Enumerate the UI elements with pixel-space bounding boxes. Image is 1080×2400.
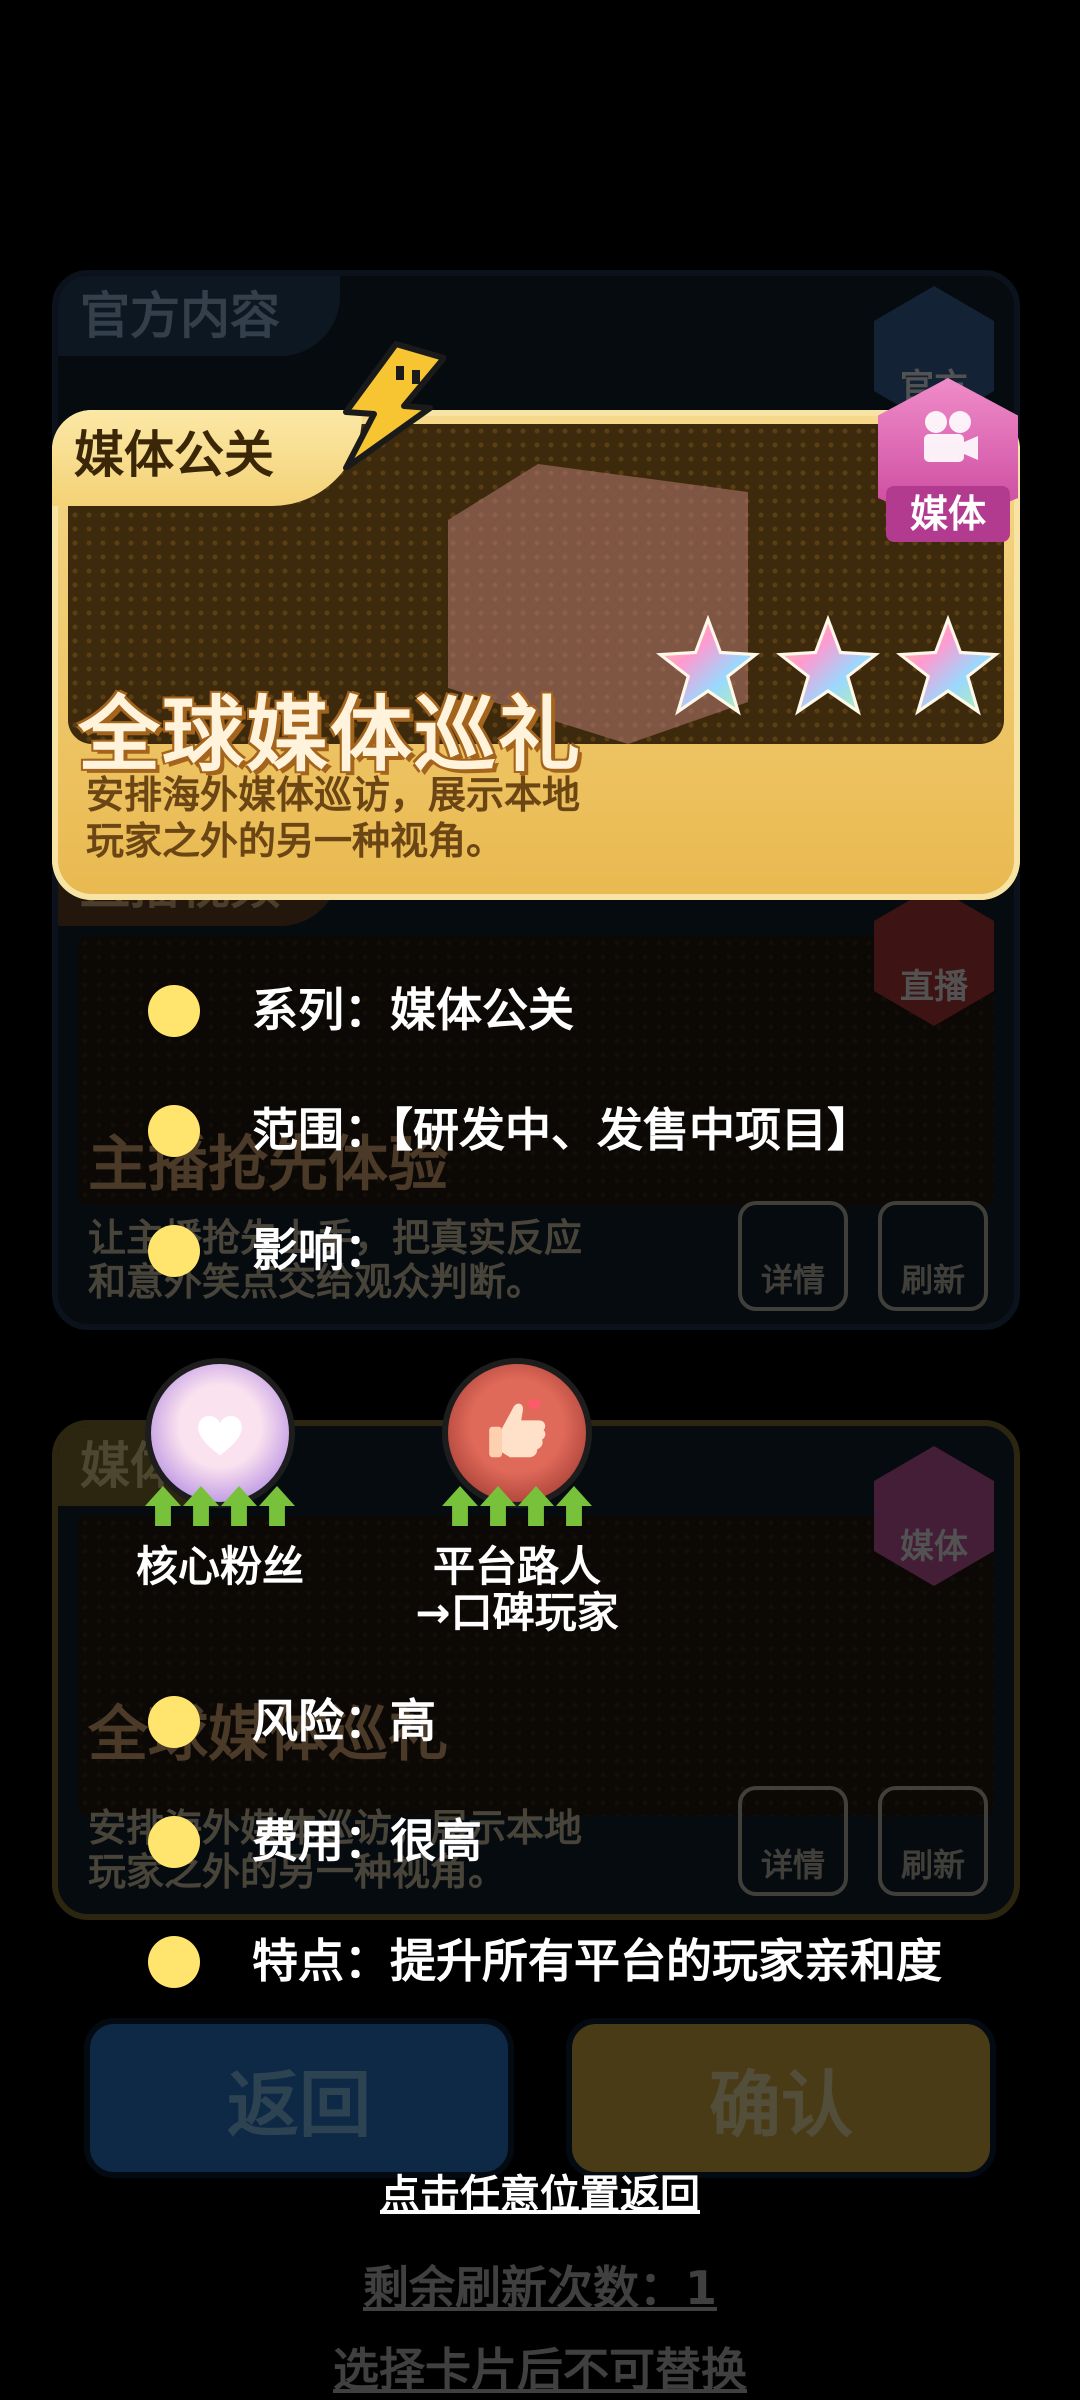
bullet (148, 1696, 200, 1748)
bullet (148, 985, 200, 1037)
detail-cost: 费用：很高 (148, 1816, 1012, 1868)
card-title: 全球媒体巡礼 (78, 688, 583, 783)
lightning-bolt-icon (343, 341, 446, 470)
detail-series: 系列：媒体公关 (148, 985, 1012, 1037)
card-description: 安排海外媒体巡访，展示本地 玩家之外的另一种视角。 (86, 773, 581, 863)
up-arrow-icon (221, 1486, 257, 1526)
back-button[interactable]: 返回 (84, 2018, 514, 2178)
camera-icon (924, 411, 978, 462)
up-arrow-icon (480, 1486, 516, 1526)
detail-text: 特点：提升所有平台的玩家亲和度 (252, 1934, 942, 1988)
detail-text: 费用：很高 (252, 1814, 482, 1868)
rainbow-star-icon (896, 615, 1000, 716)
detail-text: 系列：媒体公关 (252, 983, 574, 1037)
rainbow-star-icon (776, 615, 880, 716)
detail-scope: 范围：【研发中、发售中项目】 (148, 1105, 1012, 1157)
bullet (148, 1105, 200, 1157)
detail-text: 范围：【研发中、发售中项目】 (252, 1103, 873, 1157)
impact-level-arrows (100, 1486, 340, 1526)
background-layer: 官方内容 官方 直播视频 直播 主播抢先体验 让主播抢先上手，把真实反应 和意外… (0, 0, 1080, 2400)
detail-risk: 风险：高 (148, 1696, 1012, 1748)
up-arrow-icon (442, 1486, 478, 1526)
impact-level-arrows (392, 1486, 642, 1526)
media-badge: 媒体 (878, 378, 1018, 558)
detail-text: 影响： (252, 1223, 390, 1277)
detail-text: 风险：高 (252, 1694, 436, 1748)
up-arrow-icon (518, 1486, 554, 1526)
media-badge-label: 媒体 (886, 486, 1010, 542)
audience-casual-to-fans: 平台路人 →口碑玩家 (392, 1358, 642, 1636)
detail-feature: 特点：提升所有平台的玩家亲和度 (148, 1936, 1012, 1988)
rainbow-star-icon (656, 615, 760, 716)
no-replace-warning: 选择卡片后不可替换 (333, 2343, 747, 2397)
bullet (148, 1936, 200, 1988)
confirm-button[interactable]: 确认 (566, 2018, 996, 2178)
bullet (148, 1225, 200, 1277)
bg-card-tab: 官方内容 (58, 276, 340, 356)
audience-label: 平台路人 →口碑玩家 (415, 1542, 619, 1637)
refresh-count-text: 剩余刷新次数：1 (362, 2261, 717, 2315)
up-arrow-icon (259, 1486, 295, 1526)
detail-impact: 影响： (148, 1225, 1012, 1277)
up-arrow-icon (556, 1486, 592, 1526)
up-arrow-icon (183, 1486, 219, 1526)
up-arrow-icon (145, 1486, 181, 1526)
audience-label: 核心粉丝 (135, 1542, 304, 1591)
bullet (148, 1816, 200, 1868)
star-rating (656, 615, 1000, 719)
card-category-tab: 媒体公关 (52, 410, 362, 506)
featured-card[interactable]: 媒体公关 全球媒体巡礼 安排海外媒体巡访，展示本地 玩家之外的另一种视角。 (52, 410, 1020, 900)
audience-core-fans: 核心粉丝 (100, 1358, 340, 1590)
tap-anywhere-to-return[interactable]: 点击任意位置返回 (0, 2162, 1080, 2220)
